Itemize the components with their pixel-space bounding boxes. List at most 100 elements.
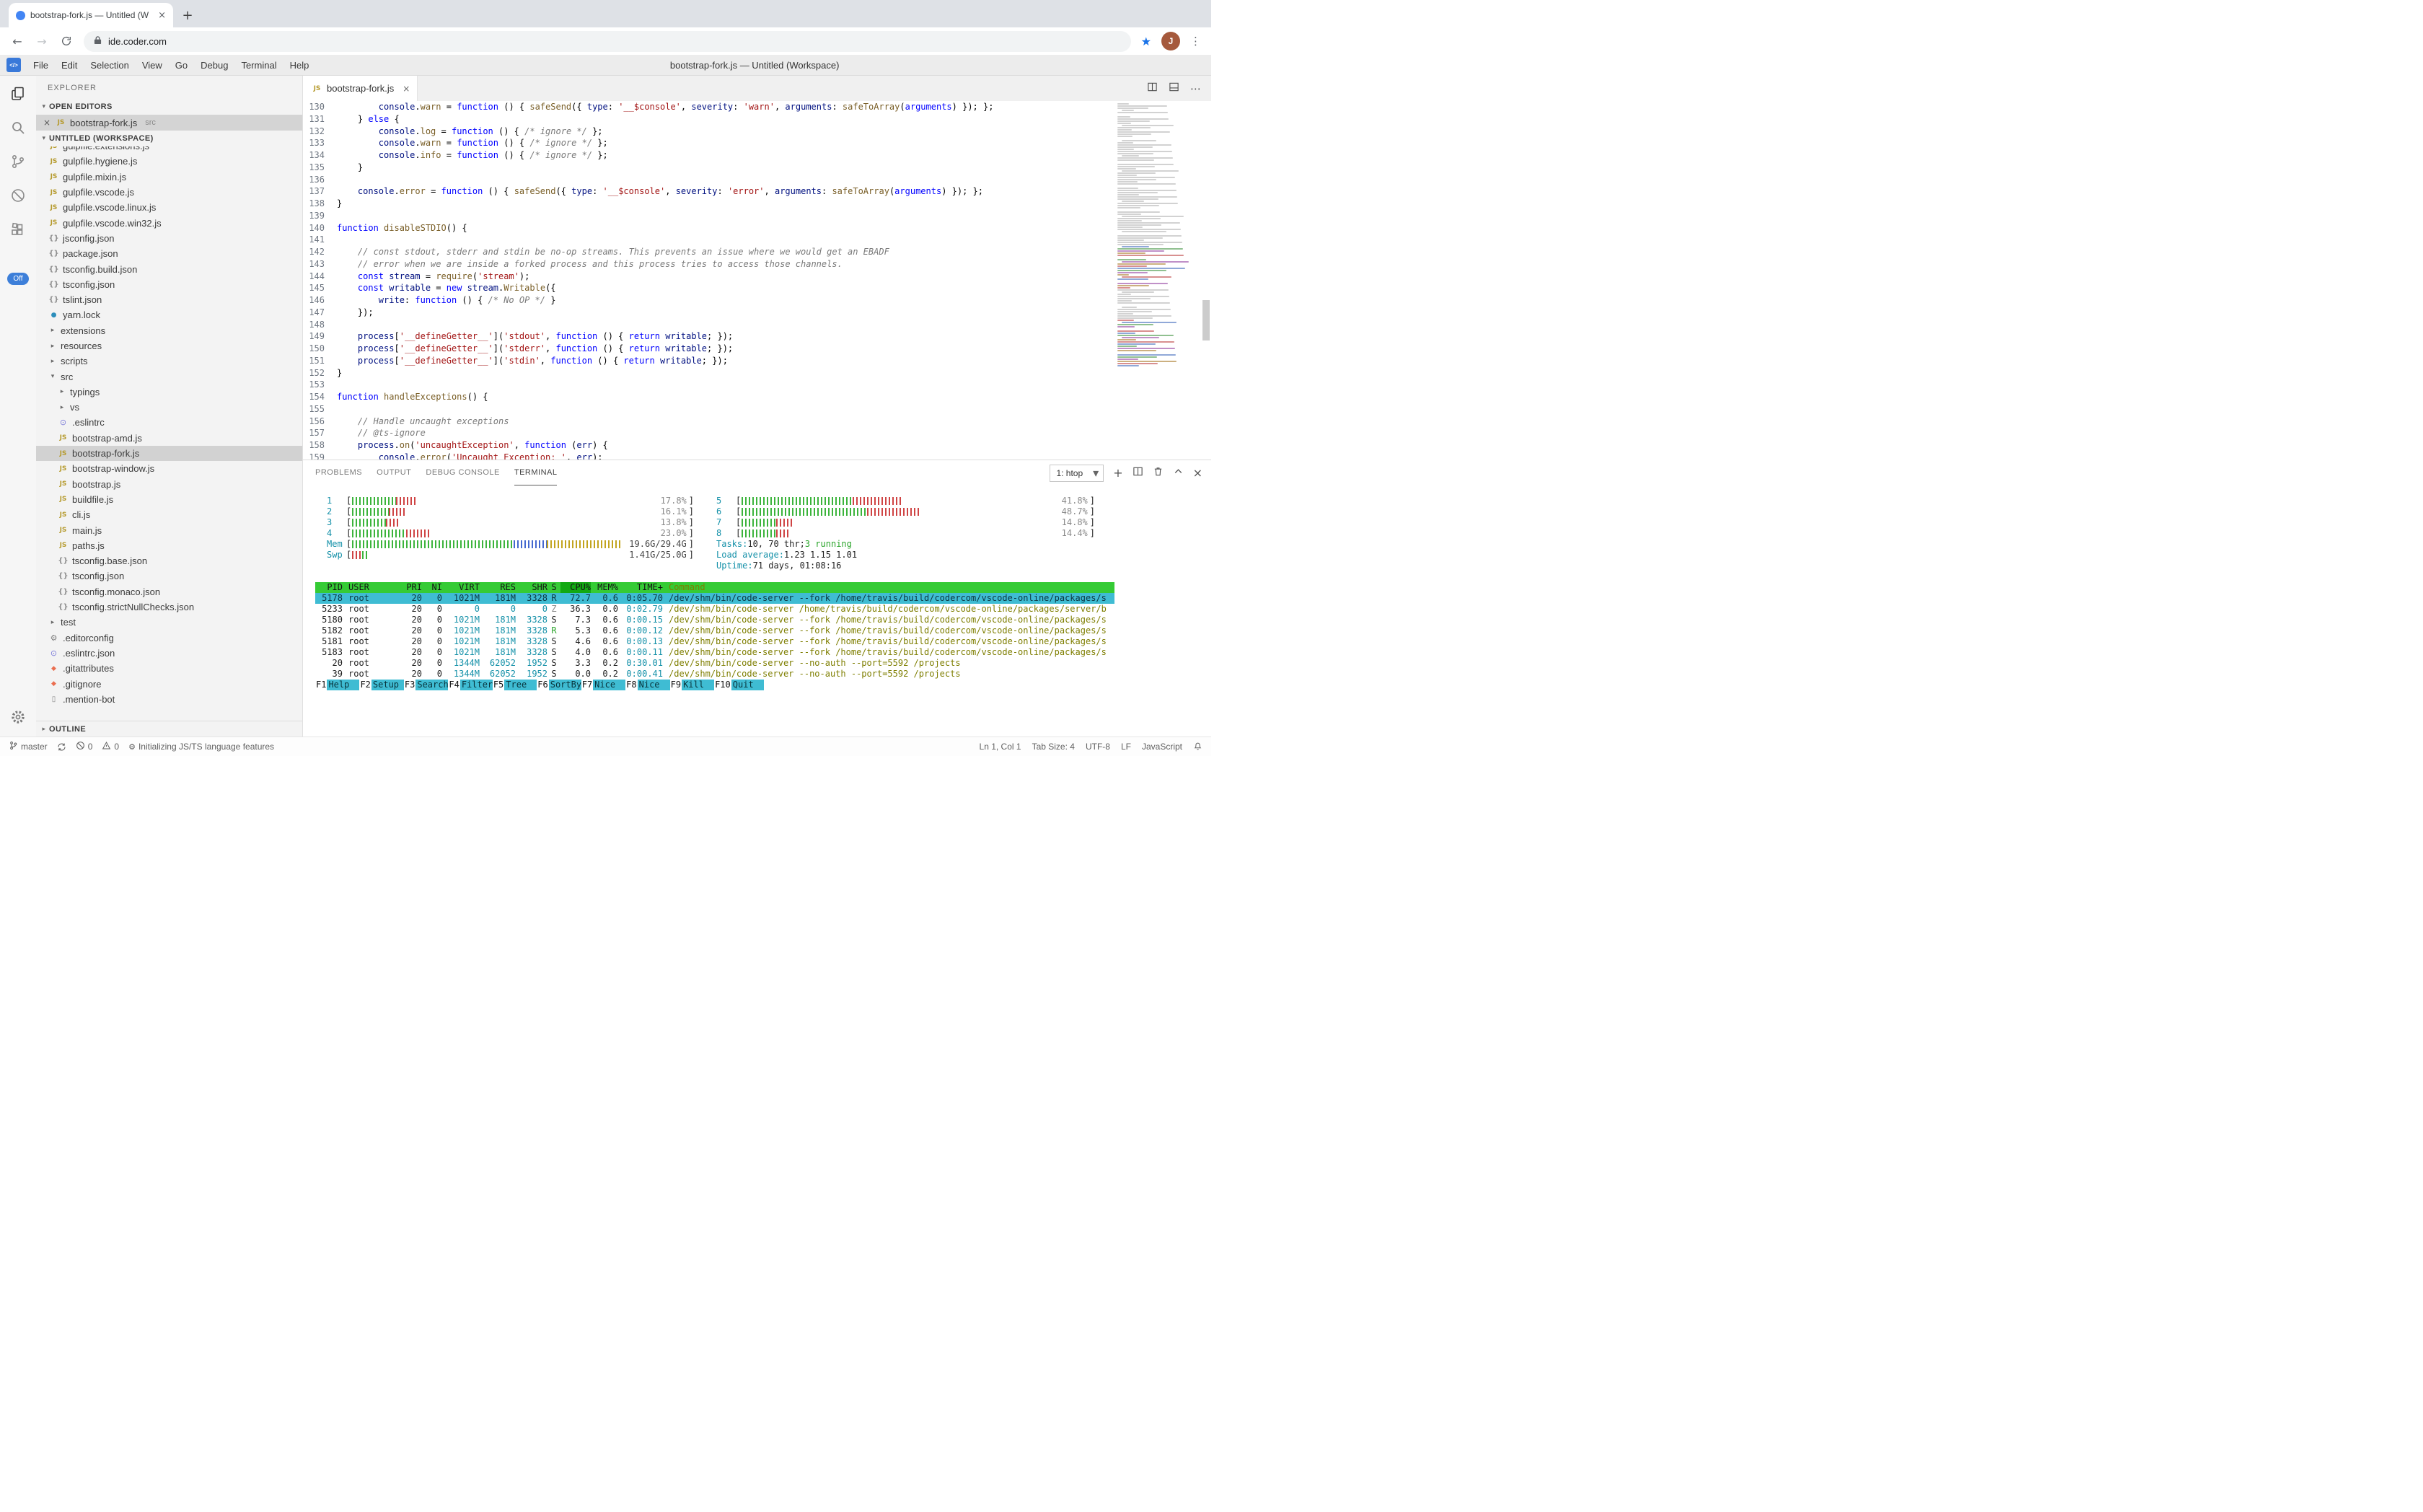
open-editors-header[interactable]: ▾ OPEN EDITORS [36, 99, 302, 115]
tree-item-vs[interactable]: ▸vs [36, 400, 302, 415]
tree-item-bootstrap.js[interactable]: JSbootstrap.js [36, 477, 302, 492]
browser-tab[interactable]: bootstrap-fork.js — Untitled (W × [9, 3, 173, 27]
search-icon[interactable] [9, 118, 27, 137]
outline-header[interactable]: ▸ OUTLINE [36, 721, 302, 737]
menu-debug[interactable]: Debug [194, 60, 234, 71]
reload-button[interactable] [59, 35, 74, 47]
toggle-layout-icon[interactable] [1169, 82, 1179, 96]
code-line: 156 // Handle uncaught exceptions [303, 416, 1211, 428]
open-editor-item[interactable]: × JS bootstrap-fork.js src [36, 115, 302, 131]
collaboration-off-badge[interactable]: Off [7, 273, 28, 285]
bell-icon[interactable] [1193, 741, 1202, 752]
menu-selection[interactable]: Selection [84, 60, 135, 71]
tree-item-gulpfile.mixin.js[interactable]: JSgulpfile.mixin.js [36, 170, 302, 185]
tree-item-resources[interactable]: ▸resources [36, 338, 302, 353]
scrollbar-thumb[interactable] [1202, 300, 1210, 340]
menu-go[interactable]: Go [169, 60, 194, 71]
tree-item-tsconfig.monaco.json[interactable]: {}tsconfig.monaco.json [36, 584, 302, 599]
tree-item-tsconfig.base.json[interactable]: {}tsconfig.base.json [36, 553, 302, 568]
new-tab-button[interactable]: + [177, 5, 198, 25]
tree-item-tsconfig.build.json[interactable]: {}tsconfig.build.json [36, 261, 302, 276]
profile-avatar[interactable]: J [1161, 32, 1180, 50]
tree-item-tsconfig.json[interactable]: {}tsconfig.json [36, 568, 302, 584]
cursor-position[interactable]: Ln 1, Col 1 [980, 742, 1021, 752]
panel-tab-problems[interactable]: PROBLEMS [315, 460, 362, 485]
tree-item-.mention-bot[interactable]: ▯.mention-bot [36, 692, 302, 707]
workspace-header[interactable]: ▾ UNTITLED (WORKSPACE) [36, 131, 302, 146]
tree-item-yarn.lock[interactable]: ●yarn.lock [36, 307, 302, 322]
code-editor[interactable]: 130 console.warn = function () { safeSen… [303, 101, 1211, 460]
url-bar[interactable]: ide.coder.com [84, 31, 1131, 52]
tree-item-src[interactable]: ▾src [36, 369, 302, 384]
tree-item-bootstrap-amd.js[interactable]: JSbootstrap-amd.js [36, 431, 302, 446]
tree-item-gulpfile.vscode.win32.js[interactable]: JSgulpfile.vscode.win32.js [36, 215, 302, 230]
tree-item-.editorconfig[interactable]: ⚙.editorconfig [36, 630, 302, 646]
sync-icon[interactable] [57, 742, 66, 752]
more-actions-icon[interactable]: ⋯ [1190, 82, 1201, 95]
tree-item-cli.js[interactable]: JScli.js [36, 507, 302, 522]
outline-label: OUTLINE [49, 725, 86, 734]
menu-edit[interactable]: Edit [55, 60, 84, 71]
split-editor-icon[interactable] [1147, 82, 1158, 96]
tree-item-gulpfile.hygiene.js[interactable]: JSgulpfile.hygiene.js [36, 154, 302, 169]
eol[interactable]: LF [1121, 742, 1131, 752]
tab-close-icon[interactable]: × [158, 10, 166, 21]
editor-scrollbar[interactable] [1201, 101, 1211, 460]
tree-item-tsconfig.json[interactable]: {}tsconfig.json [36, 277, 302, 292]
terminal-picker[interactable]: 1: htop ▾ [1050, 465, 1104, 482]
tree-item-bootstrap-window.js[interactable]: JSbootstrap-window.js [36, 461, 302, 476]
tree-item-scripts[interactable]: ▸scripts [36, 353, 302, 369]
browser-menu-icon[interactable]: ⋮ [1190, 35, 1201, 48]
minimap[interactable] [1116, 103, 1201, 366]
debug-icon[interactable] [9, 186, 27, 205]
tree-item-gulpfile.extensions.js[interactable]: JSgulpfile.extensions.js [36, 146, 302, 154]
git-branch-status[interactable]: master [9, 741, 48, 752]
tree-item-.eslintrc.json[interactable]: ⊙.eslintrc.json [36, 646, 302, 661]
warning-count[interactable]: 0 [102, 741, 119, 752]
encoding[interactable]: UTF-8 [1086, 742, 1110, 752]
source-control-icon[interactable] [9, 152, 27, 171]
code-line: 141 [303, 234, 1211, 246]
tree-item-main.js[interactable]: JSmain.js [36, 522, 302, 537]
close-editor-icon[interactable]: × [42, 118, 52, 128]
menu-view[interactable]: View [136, 60, 169, 71]
extensions-icon[interactable] [9, 220, 27, 239]
close-tab-icon[interactable]: × [403, 84, 410, 94]
explorer-icon[interactable] [9, 84, 27, 103]
editor-tab[interactable]: JS bootstrap-fork.js × [303, 76, 418, 101]
panel-tab-debug-console[interactable]: DEBUG CONSOLE [426, 460, 499, 485]
tree-item-.gitattributes[interactable]: ◆.gitattributes [36, 661, 302, 676]
menu-terminal[interactable]: Terminal [234, 60, 283, 71]
settings-gear-icon[interactable] [9, 708, 27, 726]
language-mode[interactable]: JavaScript [1142, 742, 1182, 752]
terminal-output[interactable]: 1[17.8%]5[41.8%]2[16.1%]6[48.7%]3[13.8%]… [303, 485, 1211, 737]
tree-item-test[interactable]: ▸test [36, 615, 302, 630]
maximize-panel-icon[interactable] [1173, 466, 1184, 480]
tree-item-package.json[interactable]: {}package.json [36, 246, 302, 261]
tree-item-extensions[interactable]: ▸extensions [36, 323, 302, 338]
panel-tab-output[interactable]: OUTPUT [377, 460, 411, 485]
new-terminal-icon[interactable]: + [1113, 466, 1122, 480]
back-button[interactable]: ← [10, 35, 25, 48]
tree-item-gulpfile.vscode.js[interactable]: JSgulpfile.vscode.js [36, 185, 302, 200]
indentation[interactable]: Tab Size: 4 [1032, 742, 1075, 752]
tree-item-tslint.json[interactable]: {}tslint.json [36, 292, 302, 307]
bookmark-star-icon[interactable]: ★ [1141, 35, 1151, 48]
panel-tab-terminal[interactable]: TERMINAL [514, 460, 558, 485]
menu-help[interactable]: Help [283, 60, 316, 71]
tree-item-buildfile.js[interactable]: JSbuildfile.js [36, 492, 302, 507]
menu-file[interactable]: File [27, 60, 55, 71]
forward-button[interactable]: → [35, 35, 49, 48]
tree-item-.gitignore[interactable]: ◆.gitignore [36, 676, 302, 691]
close-panel-icon[interactable]: × [1193, 466, 1202, 480]
tree-item-paths.js[interactable]: JSpaths.js [36, 538, 302, 553]
tree-item-tsconfig.strictNullChecks.json[interactable]: {}tsconfig.strictNullChecks.json [36, 599, 302, 615]
kill-terminal-icon[interactable] [1153, 466, 1164, 480]
error-count[interactable]: 0 [76, 741, 93, 752]
tree-item-gulpfile.vscode.linux.js[interactable]: JSgulpfile.vscode.linux.js [36, 200, 302, 215]
tree-item-bootstrap-fork.js[interactable]: JSbootstrap-fork.js [36, 446, 302, 461]
split-terminal-icon[interactable] [1133, 466, 1143, 480]
tree-item-.eslintrc[interactable]: ⊙.eslintrc [36, 415, 302, 430]
tree-item-jsconfig.json[interactable]: {}jsconfig.json [36, 231, 302, 246]
tree-item-typings[interactable]: ▸typings [36, 384, 302, 400]
